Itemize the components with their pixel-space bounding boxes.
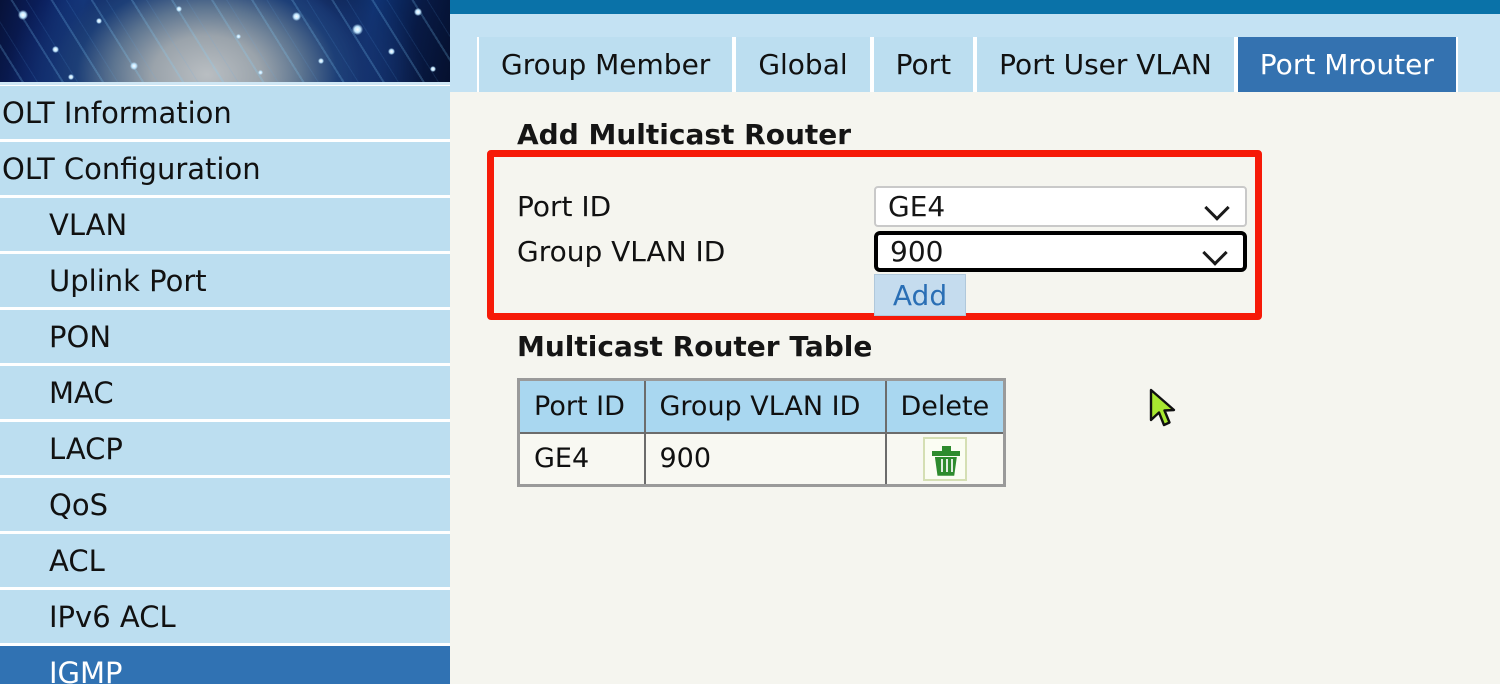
sidebar-nav: OLT Information OLT Configuration VLAN Upli… (0, 86, 450, 684)
sidebar-item-label: LACP (49, 431, 123, 466)
sidebar-item-label: VLAN (49, 207, 128, 242)
column-header-delete: Delete (884, 378, 1006, 434)
tab-label: Port (895, 48, 952, 81)
sidebar-item-acl[interactable]: ACL (0, 534, 450, 587)
banner-sparkles (0, 0, 450, 85)
group-vlan-id-label: Group VLAN ID (517, 235, 726, 268)
cell-group-vlan-id: 900 (643, 431, 887, 487)
sidebar-item-ipv6-acl[interactable]: IPv6 ACL (0, 590, 450, 643)
chevron-down-icon (1203, 239, 1229, 265)
port-id-value: GE4 (888, 190, 946, 223)
globe-banner-image (0, 0, 450, 85)
trash-icon[interactable] (922, 436, 967, 481)
sidebar-item-mac[interactable]: MAC (0, 366, 450, 419)
tab-label: Port User VLAN (999, 48, 1212, 81)
sidebar-item-vlan[interactable]: VLAN (0, 198, 450, 251)
chevron-down-icon (1205, 194, 1231, 220)
tab-strip: Group Member Global Port Port User VLAN Port… (450, 14, 1500, 92)
multicast-router-table-heading: Multicast Router Table (517, 330, 873, 363)
tab-label: Group Member (501, 48, 711, 81)
table-row: GE4 900 (517, 431, 1006, 487)
sidebar-item-label: OLT Information (2, 95, 232, 130)
sidebar-item-label: OLT Configuration (2, 151, 261, 186)
sidebar-item-label: PON (49, 319, 112, 354)
tab-group-member[interactable]: Group Member (477, 37, 735, 92)
app-root: OLT Information OLT Configuration VLAN Upli… (0, 0, 1500, 684)
top-header-bar (450, 0, 1500, 14)
table-header-row: Port ID Group VLAN ID Delete (517, 378, 1006, 434)
tab-label: Global (758, 48, 848, 81)
port-id-select[interactable]: GE4 (874, 186, 1247, 227)
tab-list: Group Member Global Port Port User VLAN Port… (477, 37, 1458, 92)
port-id-label: Port ID (517, 190, 612, 223)
column-header-group-vlan-id: Group VLAN ID (643, 378, 887, 434)
column-header-port-id: Port ID (517, 378, 646, 434)
multicast-router-table: Port ID Group VLAN ID Delete GE4 900 (517, 378, 1007, 487)
table-body: GE4 900 (517, 431, 1006, 487)
port-id-row: Port ID GE4 (517, 184, 1257, 229)
sidebar-item-label: IPv6 ACL (49, 599, 176, 634)
sidebar-item-label: QoS (49, 487, 108, 522)
group-vlan-id-row: Group VLAN ID 900 (517, 229, 1257, 274)
tab-label: Port Mrouter (1259, 48, 1434, 81)
sidebar-item-label: IGMP (49, 655, 123, 684)
cell-delete (884, 431, 1006, 487)
sidebar-item-label: MAC (49, 375, 114, 410)
sidebar-item-lacp[interactable]: LACP (0, 422, 450, 475)
add-button[interactable]: Add (874, 274, 966, 316)
sidebar-item-label: ACL (49, 543, 105, 578)
banner-bottom-edge (0, 82, 450, 85)
tab-port-user-vlan[interactable]: Port User VLAN (975, 37, 1236, 92)
main-area: Group Member Global Port Port User VLAN Port… (450, 0, 1500, 684)
sidebar-item-pon[interactable]: PON (0, 310, 450, 363)
group-vlan-id-value: 900 (890, 235, 944, 268)
sidebar-item-olt-configuration[interactable]: OLT Configuration (0, 142, 450, 195)
group-vlan-id-select[interactable]: 900 (874, 231, 1247, 272)
table-head: Port ID Group VLAN ID Delete (517, 378, 1006, 434)
sidebar-item-uplink-port[interactable]: Uplink Port (0, 254, 450, 307)
cell-port-id: GE4 (517, 431, 646, 487)
tab-global[interactable]: Global (734, 37, 872, 92)
sidebar-item-qos[interactable]: QoS (0, 478, 450, 531)
sidebar: OLT Information OLT Configuration VLAN Upli… (0, 0, 450, 684)
content-panel: Add Multicast Router Port ID GE4 Group V… (450, 92, 1500, 684)
add-multicast-router-heading: Add Multicast Router (517, 118, 852, 151)
tab-port[interactable]: Port (871, 37, 976, 92)
sidebar-item-label: Uplink Port (49, 263, 207, 298)
sidebar-item-igmp[interactable]: IGMP (0, 646, 450, 684)
tab-port-mrouter[interactable]: Port Mrouter (1235, 37, 1458, 92)
sidebar-item-olt-information[interactable]: OLT Information (0, 86, 450, 139)
